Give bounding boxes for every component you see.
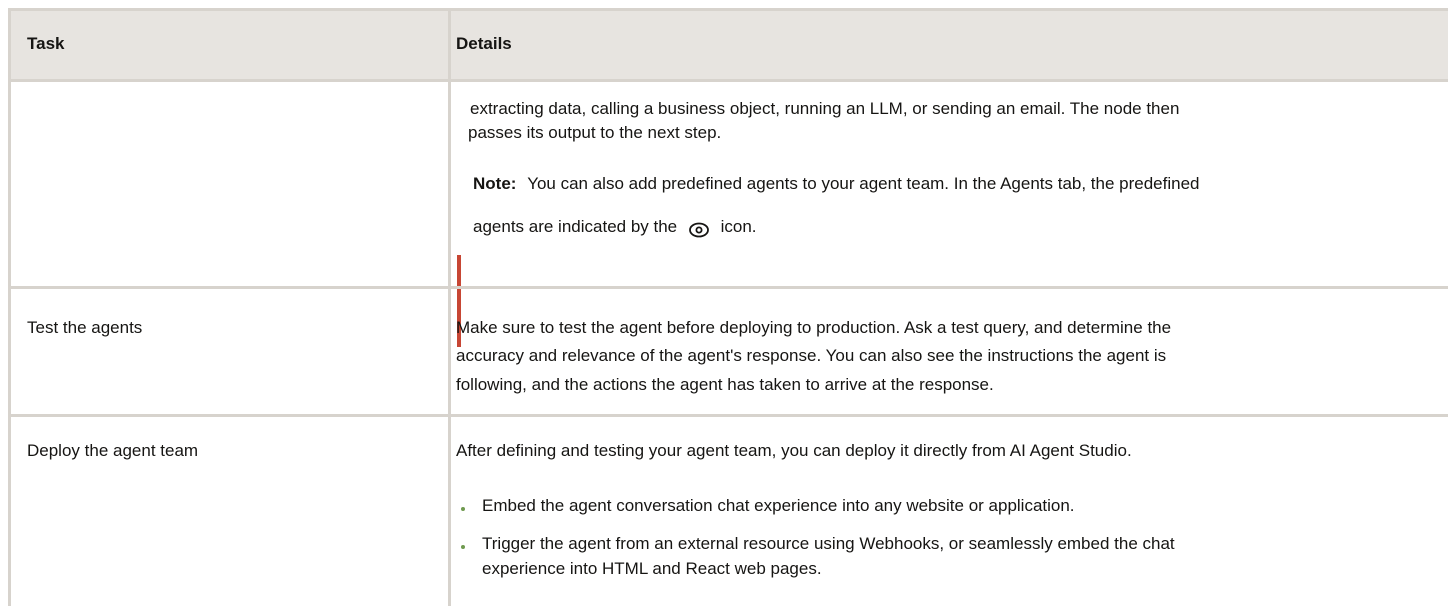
bullet-marker-1 (461, 507, 465, 511)
row2-details-line3: following, and the actions the agent has… (456, 375, 994, 394)
row1-note-line1: Note: You can also add predefined agents… (473, 169, 1200, 199)
row2-details-line1: Make sure to test the agent before deplo… (456, 318, 1172, 337)
header-task: Task (27, 34, 65, 53)
bullet-marker-2 (461, 545, 465, 549)
row3-bullet1-line1: Embed the agent conversation chat experi… (482, 496, 1075, 515)
row1-note-line2: agents are indicated by the icon. (473, 212, 757, 242)
row3-task: Deploy the agent team (27, 441, 199, 460)
document-page: Task Details extracting data, calling a … (0, 0, 1448, 606)
row3-details-intro: After defining and testing your agent te… (456, 441, 1132, 460)
column-divider (448, 11, 451, 606)
row-separator-2 (11, 414, 1448, 417)
row3-bullet2-line2: experience into HTML and React web pages… (482, 559, 822, 578)
note-text-line2-before: agents are indicated by the (473, 217, 678, 236)
row-separator-1 (11, 286, 1448, 289)
header-details: Details (456, 34, 512, 53)
table-header-row: Task Details (11, 11, 1448, 82)
row2-task: Test the agents (27, 318, 143, 337)
note-label: Note: (473, 174, 517, 193)
row2-details-line2: accuracy and relevance of the agent's re… (456, 346, 1167, 365)
task-details-table: Task Details extracting data, calling a … (8, 8, 1448, 606)
eye-icon (688, 219, 710, 237)
row1-details-line2: passes its output to the next step. (468, 123, 722, 142)
note-text-line1: You can also add predefined agents to yo… (527, 174, 1200, 193)
note-text-line2-after: icon. (720, 217, 757, 236)
